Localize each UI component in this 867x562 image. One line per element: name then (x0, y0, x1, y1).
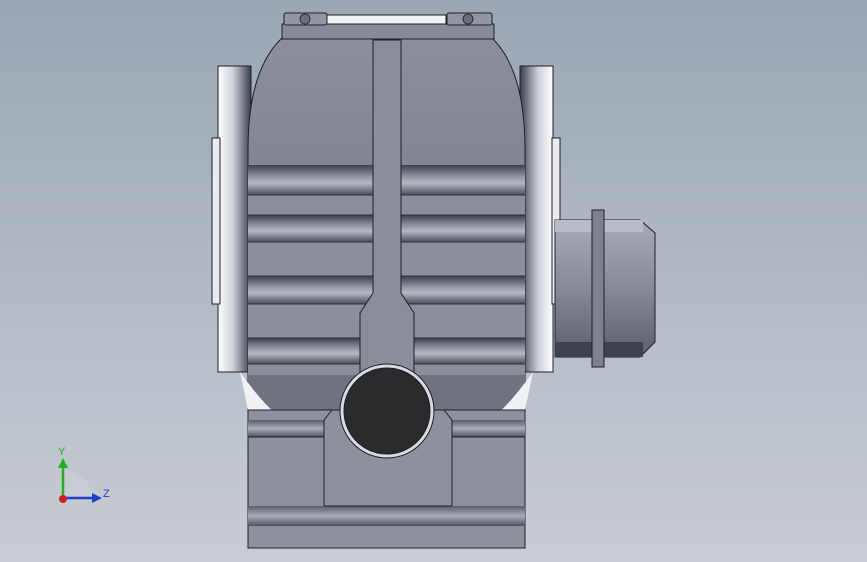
triad-y-arrow-icon (58, 458, 68, 468)
output-shaft-housing[interactable] (554, 209, 656, 368)
triad-z-label: Z (103, 488, 110, 500)
view-triad[interactable]: Y Z (58, 446, 110, 503)
top-cover-plate[interactable] (281, 12, 495, 40)
triad-y-label: Y (58, 446, 66, 458)
left-flange-ring[interactable] (211, 65, 252, 373)
output-bore[interactable] (339, 363, 435, 459)
right-flange-ring[interactable] (519, 65, 561, 373)
model-canvas[interactable]: Y Z (0, 0, 867, 562)
triad-z-arrow-icon (92, 493, 102, 503)
triad-x-origin (59, 495, 67, 503)
graphics-viewport[interactable]: Y Z (0, 0, 867, 562)
